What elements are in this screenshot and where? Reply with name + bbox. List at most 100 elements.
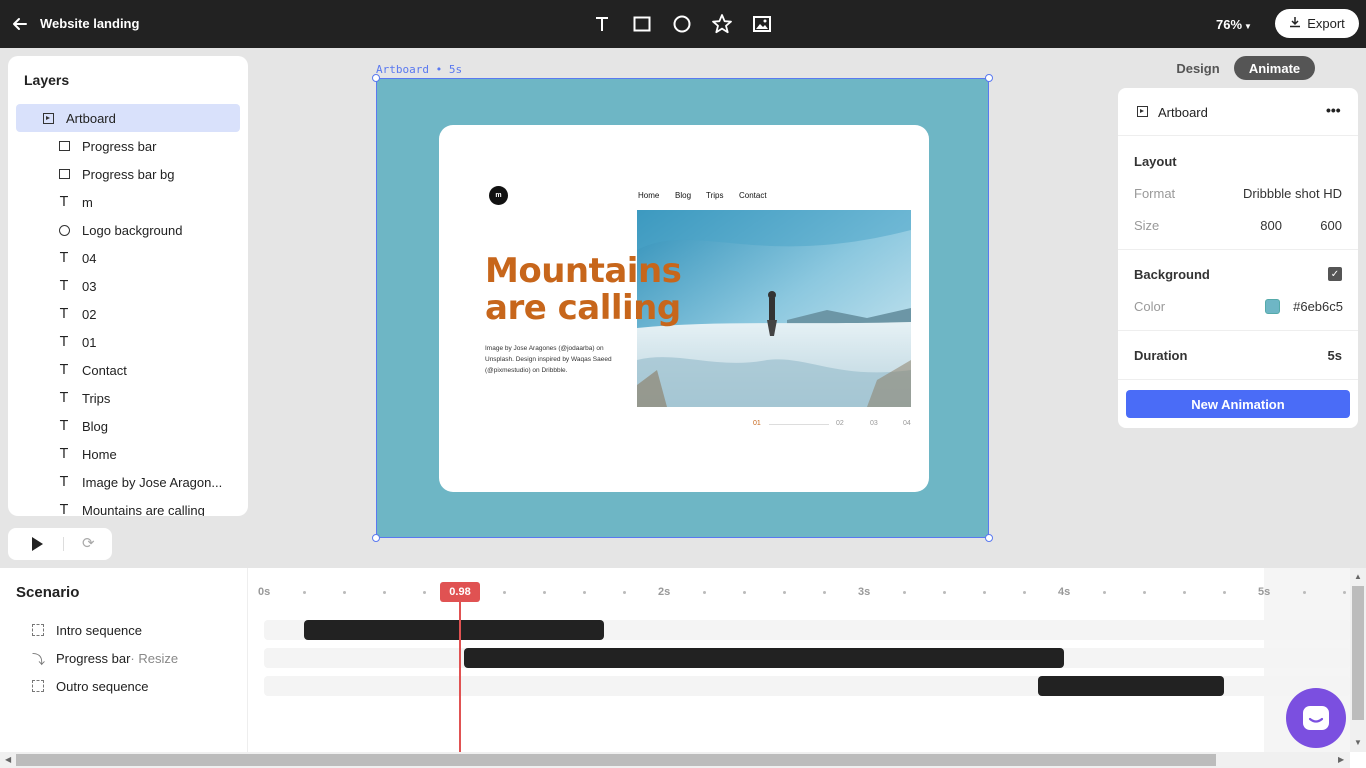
layer-item[interactable]: T Home xyxy=(16,440,240,468)
horizontal-scrollbar[interactable]: ◀ ▶ xyxy=(0,752,1350,768)
layer-item[interactable]: T 03 xyxy=(16,272,240,300)
text-icon: T xyxy=(60,446,68,462)
width-input[interactable]: 800 xyxy=(1260,218,1282,233)
back-arrow-icon[interactable] xyxy=(10,14,30,34)
scrollbar-thumb[interactable] xyxy=(16,754,1216,766)
layer-item[interactable]: T Blog xyxy=(16,412,240,440)
page-number[interactable]: 02 xyxy=(836,420,844,427)
layer-item[interactable]: T 01 xyxy=(16,328,240,356)
image-tool-icon[interactable] xyxy=(750,12,774,36)
rectangle-icon xyxy=(58,140,70,152)
format-dropdown[interactable]: Dribbble shot HD xyxy=(1243,186,1342,201)
time-dot xyxy=(623,591,626,594)
image-caption[interactable]: Image by Jose Aragones (@jodaarba) on Un… xyxy=(485,343,625,376)
time-dot xyxy=(943,591,946,594)
resize-handle[interactable] xyxy=(372,74,380,82)
tab-animate[interactable]: Animate xyxy=(1234,56,1315,80)
scroll-down-icon[interactable]: ▼ xyxy=(1354,738,1362,747)
text-tool-icon[interactable] xyxy=(590,12,614,36)
nav-contact[interactable]: Contact xyxy=(739,191,767,200)
play-icon[interactable] xyxy=(32,537,43,551)
resize-handle[interactable] xyxy=(985,534,993,542)
layer-item[interactable]: Tm xyxy=(16,188,240,216)
color-swatch[interactable] xyxy=(1265,299,1280,314)
scenario-label: Intro sequence xyxy=(56,622,143,638)
time-dot xyxy=(903,591,906,594)
time-dot xyxy=(1103,591,1106,594)
layer-item[interactable]: T 04 xyxy=(16,244,240,272)
text-icon: T xyxy=(60,390,68,406)
layer-item[interactable]: Logo background xyxy=(16,216,240,244)
text-icon: T xyxy=(60,194,68,210)
dashed-square-icon xyxy=(32,624,44,636)
time-dot xyxy=(1023,591,1026,594)
size-label: Size xyxy=(1134,218,1160,233)
layer-item[interactable]: T 02 xyxy=(16,300,240,328)
timeline-panel: Scenario Intro sequence ⤵ Progress bar ·… xyxy=(0,568,1366,768)
logo-background[interactable]: m xyxy=(489,186,508,205)
headline-line: are calling xyxy=(485,288,681,328)
scroll-left-icon[interactable]: ◀ xyxy=(5,755,11,764)
artboard[interactable]: m Home Blog Trips Contact Mountains are … xyxy=(372,74,993,542)
bolt-icon: ⤵ xyxy=(32,651,46,667)
scroll-up-icon[interactable]: ▲ xyxy=(1354,572,1362,581)
scroll-right-icon[interactable]: ▶ xyxy=(1338,755,1344,764)
page-number[interactable]: 03 xyxy=(870,420,878,427)
layer-item[interactable]: T Contact xyxy=(16,356,240,384)
resize-handle[interactable] xyxy=(372,534,380,542)
nav-blog[interactable]: Blog xyxy=(675,191,691,200)
layer-label: Contact xyxy=(82,362,127,378)
nav-trips[interactable]: Trips xyxy=(706,191,723,200)
background-checkbox[interactable]: ✓ xyxy=(1328,267,1342,281)
new-animation-button[interactable]: New Animation xyxy=(1126,390,1350,418)
color-hex-input[interactable]: #6eb6c5 xyxy=(1293,299,1343,314)
rectangle-tool-icon[interactable] xyxy=(630,12,654,36)
animation-bar[interactable] xyxy=(304,620,604,640)
artboard-label: Artboard • 5s xyxy=(376,63,463,76)
scenario-title: Scenario xyxy=(16,584,80,601)
layout-title: Layout xyxy=(1134,154,1177,169)
divider xyxy=(1118,379,1358,380)
zoom-dropdown[interactable]: 76% ▼ xyxy=(1216,17,1252,32)
scenario-item-progress[interactable]: ⤵ Progress bar · Resize xyxy=(32,648,178,668)
top-bar: Website landing 76% ▼ Export xyxy=(0,0,1366,48)
animation-bar[interactable] xyxy=(1038,676,1224,696)
height-input[interactable]: 600 xyxy=(1320,218,1342,233)
layer-item[interactable]: Progress bar bg xyxy=(16,160,240,188)
export-button[interactable]: Export xyxy=(1275,9,1359,38)
layer-item[interactable]: T Image by Jose Aragon... xyxy=(16,468,240,496)
ellipse-tool-icon[interactable] xyxy=(670,12,694,36)
nav-home[interactable]: Home xyxy=(638,191,659,200)
resize-handle[interactable] xyxy=(985,74,993,82)
loop-icon[interactable]: ⟳ xyxy=(82,534,95,552)
playback-controls: ⟳ xyxy=(8,528,112,560)
vertical-scrollbar[interactable]: ▲ ▼ xyxy=(1350,568,1366,752)
layer-item[interactable]: T Trips xyxy=(16,384,240,412)
page-number[interactable]: 04 xyxy=(903,420,911,427)
animation-bar[interactable] xyxy=(464,648,1064,668)
time-dot xyxy=(823,591,826,594)
scenario-item-outro[interactable]: Outro sequence xyxy=(32,676,149,696)
text-icon: T xyxy=(60,418,68,434)
properties-header: Artboard ••• xyxy=(1118,88,1358,136)
scrollbar-thumb[interactable] xyxy=(1352,586,1364,720)
artboard-icon xyxy=(1136,105,1148,117)
star-tool-icon[interactable] xyxy=(710,12,734,36)
tab-design[interactable]: Design xyxy=(1164,56,1232,80)
layers-panel: Layers Artboard Progress bar Progress bar … xyxy=(8,56,248,516)
duration-input[interactable]: 5s xyxy=(1328,348,1342,363)
page-number[interactable]: 01 xyxy=(753,420,761,427)
artboard-icon xyxy=(42,112,54,124)
layer-item[interactable]: Artboard xyxy=(16,104,240,132)
layer-item[interactable]: Progress bar xyxy=(16,132,240,160)
more-options-icon[interactable]: ••• xyxy=(1326,102,1341,118)
chat-support-button[interactable] xyxy=(1286,688,1346,748)
time-dot xyxy=(543,591,546,594)
headline[interactable]: Mountains are calling xyxy=(485,253,745,327)
playhead[interactable]: 0.98 xyxy=(440,582,480,602)
layer-item[interactable]: T Mountains are calling xyxy=(16,496,240,517)
scenario-item-intro[interactable]: Intro sequence xyxy=(32,620,142,640)
text-icon: T xyxy=(60,474,68,490)
color-label: Color xyxy=(1134,299,1166,314)
headline-line: Mountains xyxy=(485,251,682,291)
